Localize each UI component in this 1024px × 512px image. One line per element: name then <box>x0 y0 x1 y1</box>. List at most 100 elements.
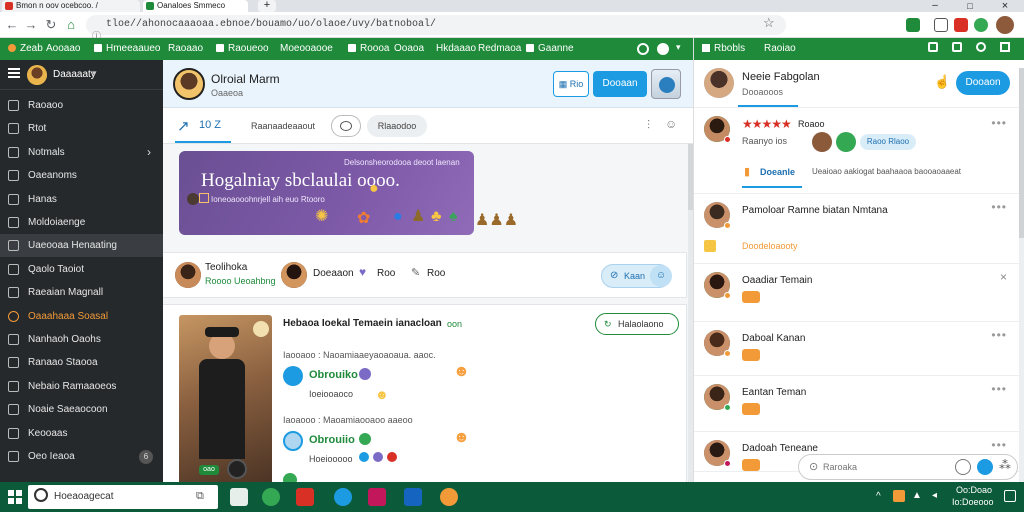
emoji-reaction-icon[interactable]: ☻ <box>453 429 470 447</box>
more-options-icon[interactable]: ••• <box>991 116 1007 130</box>
right-tab-active[interactable]: Doeanle <box>760 167 795 177</box>
volume-icon[interactable]: ◂ <box>932 490 937 501</box>
rating-chip[interactable]: Raoo Rlaoo <box>860 134 916 150</box>
author-avatar[interactable] <box>175 262 201 288</box>
more-options-icon[interactable]: ••• <box>991 382 1007 396</box>
sidebar-item[interactable]: Qaolo Taoiot <box>0 258 163 281</box>
nav-item-6[interactable]: Roooa <box>348 38 389 60</box>
post-action-button[interactable]: ↻ Halaolaono <box>595 313 679 335</box>
small-avatar[interactable] <box>836 132 856 152</box>
settings-icon[interactable] <box>1000 42 1010 52</box>
second-author-avatar[interactable] <box>281 262 307 288</box>
contact-list-item[interactable]: Pamoloar Ramne biatan Nmtana ••• Doodeloao… <box>694 194 1019 264</box>
home-icon[interactable] <box>928 42 938 52</box>
user-avatar[interactable] <box>27 65 47 85</box>
tab-pill-2[interactable]: Rlaaodoo <box>367 115 427 137</box>
right-nav-left[interactable]: Rbobls <box>714 43 745 54</box>
reload-icon[interactable]: ↻ <box>42 16 60 34</box>
more-options-icon[interactable]: ••• <box>991 438 1007 452</box>
share-icon[interactable] <box>373 452 383 462</box>
extension-puzzle-icon[interactable] <box>906 18 920 32</box>
sidebar-item[interactable]: Raoaoo <box>0 94 163 117</box>
nav-item-8[interactable]: Hkdaaao <box>436 38 476 60</box>
tab-counter[interactable]: 10 Z <box>199 119 221 131</box>
taskbar-browser-icon[interactable] <box>334 488 352 506</box>
commenter-avatar-2[interactable] <box>283 431 303 451</box>
sidebar-item[interactable]: Hanas <box>0 188 163 211</box>
nav-item-4[interactable]: Raoueoo <box>216 38 269 60</box>
maximize-button[interactable]: □ <box>955 0 985 12</box>
nav-item-0[interactable]: Zeab <box>8 38 43 60</box>
reply-icon[interactable] <box>359 452 369 462</box>
task-view-icon[interactable]: ⧉ <box>196 490 204 503</box>
second-author-name[interactable]: Doeaaon <box>313 268 354 279</box>
bell-icon[interactable] <box>976 42 986 52</box>
commenter-name-2[interactable]: Obrouiio <box>309 434 355 446</box>
commenter-avatar-1[interactable] <box>283 366 303 386</box>
mic-icon[interactable]: ⁂ <box>999 458 1011 472</box>
bookmark-star-icon[interactable]: ☆ <box>763 15 775 31</box>
chat-bubble-button[interactable] <box>331 115 361 137</box>
globe-button[interactable] <box>651 69 681 99</box>
taskbar-media-icon[interactable] <box>368 488 386 506</box>
forward-icon[interactable]: → <box>22 16 40 34</box>
right-search-input[interactable] <box>823 458 943 476</box>
tray-app-icon[interactable] <box>893 490 905 502</box>
browser-tab-1[interactable]: Bmon n oov ocebcoo. / <box>2 0 140 12</box>
chevron-down-icon[interactable]: ▾ <box>92 68 97 79</box>
sidebar-item[interactable]: Oaeanoms <box>0 164 163 187</box>
right-scrollbar-thumb[interactable] <box>1019 68 1024 238</box>
new-tab-button[interactable]: + <box>258 0 276 12</box>
comment-icon[interactable]: ✎ <box>411 266 420 279</box>
notifications-icon[interactable] <box>1004 490 1016 502</box>
emoji-picker-icon[interactable]: ☺ <box>665 117 677 131</box>
right-search-box[interactable]: ⊙ ⁂ <box>798 454 1018 480</box>
dismiss-icon[interactable]: × <box>1000 270 1007 284</box>
sidebar-item[interactable]: Keooaas <box>0 422 163 445</box>
right-follow-button[interactable]: Dooaon <box>956 71 1010 95</box>
follow-button[interactable]: ⊘ Kaan ☺ <box>601 264 672 288</box>
like-icon[interactable]: ♥ <box>359 265 366 279</box>
sidebar-item[interactable]: Oeo Ieaoa 6 <box>0 445 163 468</box>
commenter-name-1[interactable]: Obrouiko <box>309 369 358 381</box>
windows-start-icon[interactable] <box>8 490 22 504</box>
sidebar-item[interactable]: Rtot <box>0 117 163 140</box>
hamburger-menu-icon[interactable] <box>8 68 20 70</box>
right-nav-mid[interactable]: Raoiao <box>764 43 796 54</box>
send-icon[interactable] <box>977 459 993 475</box>
taskbar-windows-icon[interactable] <box>230 488 248 506</box>
emoji-reaction-icon[interactable]: ☻ <box>375 387 389 402</box>
home-icon[interactable]: ⌂ <box>62 16 80 34</box>
play-button-icon[interactable] <box>227 459 247 479</box>
primary-action-button[interactable]: Dooaan <box>593 71 647 97</box>
user-circle-icon[interactable] <box>657 43 669 55</box>
more-options-icon[interactable]: ••• <box>991 328 1007 342</box>
trending-icon[interactable]: ↗ <box>177 117 190 135</box>
sidebar-item[interactable]: Nanhaoh Oaohs <box>0 328 163 351</box>
right-tab-rest[interactable]: Ueaioao aakiogat baahaaoa baooaoaaeat <box>812 167 961 176</box>
nav-item-2[interactable]: Hmeeaaueo <box>94 38 160 60</box>
nav-item-5[interactable]: Moeooaooe <box>280 38 333 60</box>
close-window-button[interactable]: × <box>990 0 1020 12</box>
extension-mic-icon[interactable] <box>934 18 948 32</box>
contact-list-item[interactable]: Eantan Teman ••• <box>694 376 1019 432</box>
sidebar-item[interactable]: Raeaian Magnall <box>0 281 163 304</box>
taskbar-red-app-icon[interactable] <box>296 488 314 506</box>
profile-avatar[interactable] <box>173 68 205 100</box>
author-name[interactable]: Teolihoka <box>205 262 247 273</box>
small-action-button[interactable]: ▦ Rio <box>553 71 589 97</box>
nav-item-10[interactable]: Gaanne <box>526 38 574 60</box>
taskbar-search-box[interactable]: Hoeaoagecat ⧉ <box>28 485 218 509</box>
taskbar-chrome-icon[interactable] <box>262 488 280 506</box>
tab-pill-1[interactable]: Raanaadeaaout <box>247 115 319 137</box>
contact-list-item[interactable]: Oaadiar Temain × <box>694 264 1019 322</box>
sidebar-item[interactable]: Ranaao Staooa <box>0 351 163 374</box>
minimize-button[interactable]: – <box>920 0 950 12</box>
sidebar-item[interactable]: Moldoiaenge <box>0 211 163 234</box>
emoji-reaction-icon[interactable]: ☻ <box>453 363 470 381</box>
chevron-down-icon[interactable]: ▾ <box>676 42 681 53</box>
commenter-avatar-3[interactable] <box>283 473 297 482</box>
browser-profile-avatar[interactable] <box>996 16 1014 34</box>
nav-item-9[interactable]: Redmaoa <box>478 38 521 60</box>
taskbar-orange-app-icon[interactable] <box>440 488 458 506</box>
